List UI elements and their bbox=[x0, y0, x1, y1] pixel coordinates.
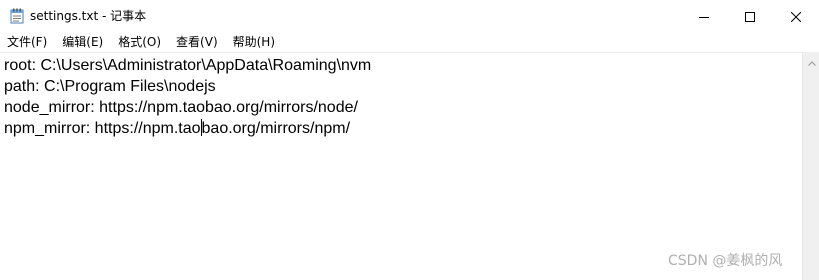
minimize-icon bbox=[699, 7, 709, 26]
notepad-icon bbox=[10, 8, 24, 24]
editor-line: npm_mirror: https://npm.taobao.org/mirro… bbox=[4, 118, 371, 139]
editor-line: path: C:\Program Files\nodejs bbox=[4, 78, 216, 95]
minimize-button[interactable] bbox=[681, 0, 727, 32]
editor-line: root: C:\Users\Administrator\AppData\Roa… bbox=[4, 57, 372, 74]
menu-item-format[interactable]: 格式(O) bbox=[111, 32, 169, 52]
scroll-up-button[interactable] bbox=[803, 52, 819, 69]
vertical-scrollbar[interactable] bbox=[802, 52, 819, 280]
line-text-before-caret: npm_mirror: https://npm.tao bbox=[4, 120, 201, 137]
notepad-window: settings.txt - 记事本 文件(F) 编辑(E) 格式(O) 查看(… bbox=[0, 0, 819, 280]
close-icon bbox=[790, 7, 802, 26]
menu-item-edit[interactable]: 编辑(E) bbox=[55, 32, 111, 52]
window-title: settings.txt - 记事本 bbox=[30, 9, 147, 23]
maximize-button[interactable] bbox=[727, 0, 773, 32]
line-text-after-caret: bao.org/mirrors/npm/ bbox=[201, 120, 351, 137]
editor-line: node_mirror: https://npm.taobao.org/mirr… bbox=[4, 99, 358, 116]
text-editor[interactable]: root: C:\Users\Administrator\AppData\Roa… bbox=[0, 52, 802, 280]
close-button[interactable] bbox=[773, 0, 819, 32]
watermark: CSDN @姜枫的风 bbox=[668, 253, 783, 269]
maximize-icon bbox=[745, 7, 755, 26]
menu-item-file[interactable]: 文件(F) bbox=[0, 32, 55, 52]
editor-content: root: C:\Users\Administrator\AppData\Roa… bbox=[4, 55, 371, 139]
title-bar: settings.txt - 记事本 bbox=[0, 0, 819, 32]
menu-item-view[interactable]: 查看(V) bbox=[169, 32, 226, 52]
chevron-up-icon bbox=[807, 51, 816, 70]
menu-bar: 文件(F) 编辑(E) 格式(O) 查看(V) 帮助(H) bbox=[0, 32, 819, 52]
menu-item-help[interactable]: 帮助(H) bbox=[226, 32, 283, 52]
